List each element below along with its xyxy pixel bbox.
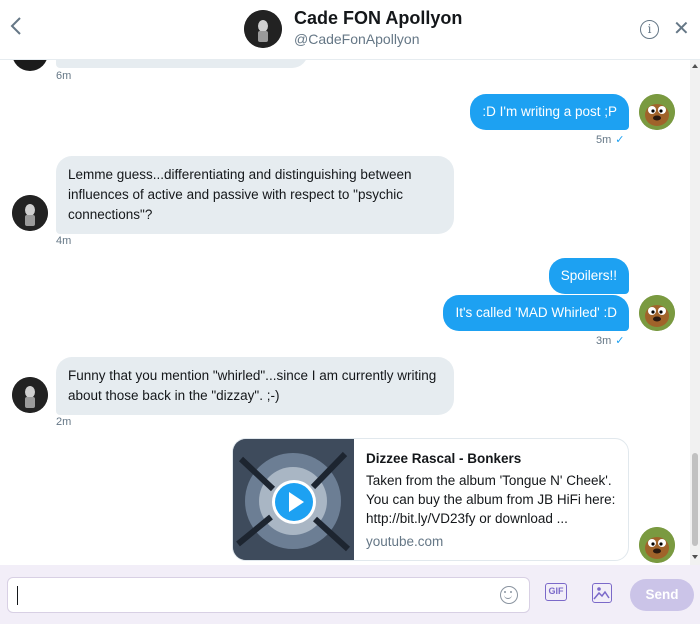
message-composer: GIF Send — [0, 565, 700, 624]
avatar[interactable] — [12, 377, 48, 413]
message-input[interactable] — [7, 577, 530, 613]
avatar[interactable] — [12, 195, 48, 231]
scroll-down-arrow-icon[interactable] — [692, 555, 698, 559]
avatar-image — [639, 527, 675, 563]
scroll-up-arrow-icon[interactable] — [692, 64, 698, 68]
read-receipt-icon: ✓ — [615, 134, 625, 146]
conversation-name[interactable]: Cade FON Apollyon — [294, 8, 462, 29]
link-title[interactable]: Dizzee Rascal - Bonkers — [366, 451, 621, 466]
message-timestamp: 2m — [56, 416, 72, 428]
chevron-left-icon — [10, 17, 21, 35]
info-icon[interactable]: i — [640, 20, 659, 39]
message-list[interactable]: 6m :D I'm writing a post ;P 5m ✓ Lemme gu… — [0, 60, 690, 565]
video-thumbnail[interactable] — [233, 439, 354, 560]
text-caret — [17, 586, 18, 605]
close-icon[interactable]: ✕ — [673, 16, 690, 41]
avatar-image — [639, 295, 675, 331]
avatar[interactable] — [639, 94, 675, 130]
message-timestamp: 3m ✓ — [596, 335, 625, 347]
message-timestamp: 4m — [56, 235, 72, 247]
image-icon-glyph — [593, 587, 610, 600]
avatar[interactable] — [639, 295, 675, 331]
conversation-header: Cade FON Apollyon @CadeFonApollyon i ✕ — [0, 0, 700, 60]
send-button[interactable]: Send — [630, 579, 694, 611]
link-preview-card[interactable]: Dizzee Rascal - Bonkers Taken from the a… — [232, 438, 629, 561]
message-bubble: It's called 'MAD Whirled' :D — [443, 295, 629, 331]
message-bubble — [56, 60, 308, 68]
message-bubble: Spoilers!! — [548, 258, 629, 294]
message-timestamp: 5m ✓ — [596, 134, 625, 146]
avatar-image — [12, 195, 48, 231]
link-description: Taken from the album 'Tongue N' Cheek'. … — [366, 473, 616, 526]
link-preview-body: Dizzee Rascal - Bonkers Taken from the a… — [366, 451, 621, 549]
image-icon[interactable] — [592, 583, 612, 603]
avatar-image — [639, 94, 675, 130]
play-button-icon[interactable] — [271, 479, 317, 525]
avatar[interactable] — [639, 527, 675, 563]
avatar-image — [12, 377, 48, 413]
avatar[interactable] — [244, 10, 282, 48]
conversation-handle: @CadeFonApollyon — [294, 31, 420, 47]
read-receipt-icon: ✓ — [615, 335, 625, 347]
avatar[interactable] — [12, 60, 48, 71]
message-bubble: Funny that you mention "whirled"...since… — [56, 357, 454, 415]
scroll-thumb[interactable] — [692, 453, 698, 546]
avatar-image — [244, 10, 282, 48]
emoji-icon[interactable] — [500, 586, 518, 604]
link-domain: youtube.com — [366, 534, 444, 549]
message-bubble: Lemme guess...differentiating and distin… — [56, 156, 454, 234]
message-timestamp: 6m — [56, 70, 72, 82]
back-button[interactable] — [10, 16, 30, 40]
scrollbar[interactable] — [690, 60, 700, 565]
message-bubble: :D I'm writing a post ;P — [470, 94, 629, 130]
gif-button[interactable]: GIF — [545, 583, 567, 601]
